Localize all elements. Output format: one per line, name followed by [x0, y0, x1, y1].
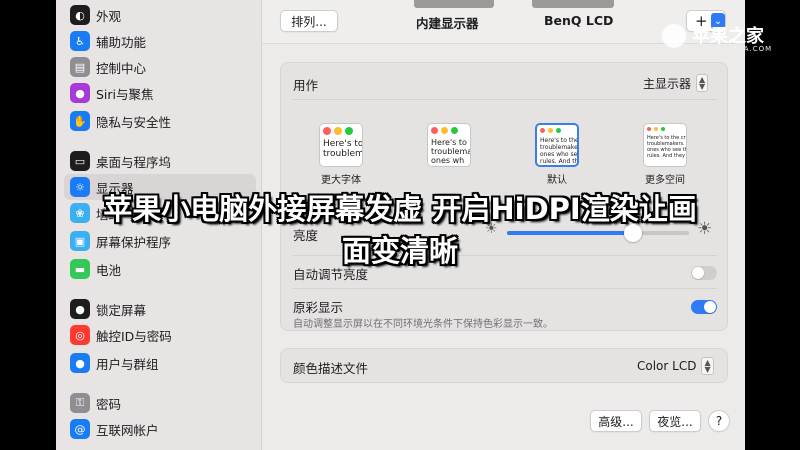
resolution-option[interactable]: Here's to the cr troublemakers. Tones who… [643, 123, 687, 167]
caption-line-2: 面变清晰 [341, 234, 458, 268]
sidebar-item-label: 触控ID与密码 [96, 328, 172, 344]
sidebar-item[interactable]: ◐ 外观 [64, 2, 256, 28]
sidebar-item[interactable]: ✋ 隐私与安全性 [64, 108, 256, 134]
true-tone-toggle[interactable] [691, 300, 717, 314]
sidebar-item-label: 辅助功能 [96, 34, 147, 50]
builtin-display-thumbnail[interactable] [414, 0, 494, 8]
dock-icon: ▭ [70, 151, 90, 171]
sidebar-item[interactable]: ⚿ 密码 [64, 390, 256, 416]
sample-text: ones who see t [540, 151, 578, 158]
color-profile-label: 颜色描述文件 [293, 361, 369, 376]
true-tone-description: 自动调整显示屏以在不同环境光条件下保持色彩显示一致。 [293, 319, 553, 330]
divider [293, 99, 717, 100]
advanced-button[interactable]: 高级... [590, 410, 642, 432]
resolution-option[interactable]: Here's to troublema ones wh [427, 123, 471, 167]
window-controls-icon [323, 127, 353, 135]
sidebar-item[interactable]: ▭ 桌面与程序坞 [64, 148, 256, 174]
help-button[interactable]: ? [708, 410, 730, 432]
color-profile-value: Color LCD [637, 359, 697, 373]
tab-benq-display[interactable]: BenQ LCD [544, 13, 613, 28]
resolution-option-label: 更多空间 [645, 175, 685, 186]
apple-logo-icon [662, 24, 686, 48]
resolution-option-label: 更大字体 [321, 175, 361, 186]
sidebar-item[interactable]: @ 互联网帐户 [64, 416, 256, 442]
sidebar-item[interactable]: ◎ 触控ID与密码 [64, 322, 256, 348]
sidebar-item-label: 隐私与安全性 [96, 114, 172, 130]
sidebar-item[interactable]: ● 用户与群组 [64, 350, 256, 376]
tab-builtin-display[interactable]: 内建显示器 [416, 13, 479, 32]
sample-text: Here's to [323, 139, 363, 149]
sample-text: Here's to the [540, 137, 579, 144]
sidebar-item-label: 用户与群组 [96, 356, 159, 372]
sample-text: ones wh [431, 156, 465, 165]
sample-text: rules. And they [540, 158, 579, 165]
window-controls-icon [647, 127, 665, 131]
up-down-chevron-icon: ▲ ▼ [701, 357, 714, 375]
appearance-icon: ◐ [70, 5, 90, 25]
watermark-subtitle: APPLEZHIJIA.COM [696, 45, 773, 53]
window-controls-icon [540, 128, 561, 133]
key-icon: ⚿ [70, 393, 90, 413]
lock-icon: ● [70, 299, 90, 319]
siri-icon: ● [70, 83, 90, 103]
sample-text: troublemakers. [540, 144, 578, 151]
color-profile-popup[interactable]: Color LCD ▲ ▼ [637, 357, 714, 375]
sidebar-item[interactable]: ♿ 辅助功能 [64, 28, 256, 54]
users-icon: ● [70, 353, 90, 373]
at-icon: @ [70, 419, 90, 439]
resolution-option-label: 默认 [547, 175, 567, 186]
toggle-knob [704, 301, 716, 313]
sidebar-item-label: Siri与聚焦 [96, 86, 154, 102]
usage-popup[interactable]: 主显示器 ▲ ▼ [643, 74, 709, 92]
up-down-chevron-icon: ▲ ▼ [696, 74, 709, 92]
benq-display-thumbnail[interactable] [532, 0, 614, 8]
sidebar-item-label: 外观 [96, 8, 122, 24]
sample-text: Here's to [431, 138, 467, 147]
caption-line-1: 苹果小电脑外接屏幕发虚 开启HiDPI渲染让画 [103, 192, 697, 226]
night-shift-button[interactable]: 夜览... [649, 410, 701, 432]
accessibility-icon: ♿ [70, 31, 90, 51]
sample-text: troublema [431, 147, 471, 156]
usage-value: 主显示器 [643, 76, 692, 91]
true-tone-label: 原彩显示 [293, 300, 344, 315]
window-controls-icon [431, 127, 458, 134]
resolution-option[interactable]: Here's to troublem [319, 123, 363, 167]
sidebar-item[interactable]: ● 锁定屏幕 [64, 296, 256, 322]
sidebar-item-label: 控制中心 [96, 60, 147, 76]
color-profile-group: 颜色描述文件 Color LCD ▲ ▼ [280, 348, 728, 383]
sample-text: rules. And they [647, 153, 685, 159]
divider [293, 288, 717, 289]
fingerprint-icon: ◎ [70, 325, 90, 345]
sidebar-item-label: 互联网帐户 [96, 422, 159, 438]
sidebar-item-label: 密码 [96, 396, 122, 412]
sidebar-item-label: 桌面与程序坞 [96, 154, 172, 170]
sidebar-item-label: 锁定屏幕 [96, 302, 147, 318]
usage-label: 用作 [293, 78, 319, 93]
arrange-button[interactable]: 排列... [280, 10, 338, 32]
sidebar-item[interactable]: ● Siri与聚焦 [64, 80, 256, 106]
sidebar-item[interactable]: ▤ 控制中心 [64, 54, 256, 80]
hand-icon: ✋ [70, 111, 90, 131]
control-center-icon: ▤ [70, 57, 90, 77]
resolution-option[interactable]: Here's to thetroublemakers.ones who see … [535, 123, 579, 167]
sample-text: troublem [323, 149, 363, 159]
